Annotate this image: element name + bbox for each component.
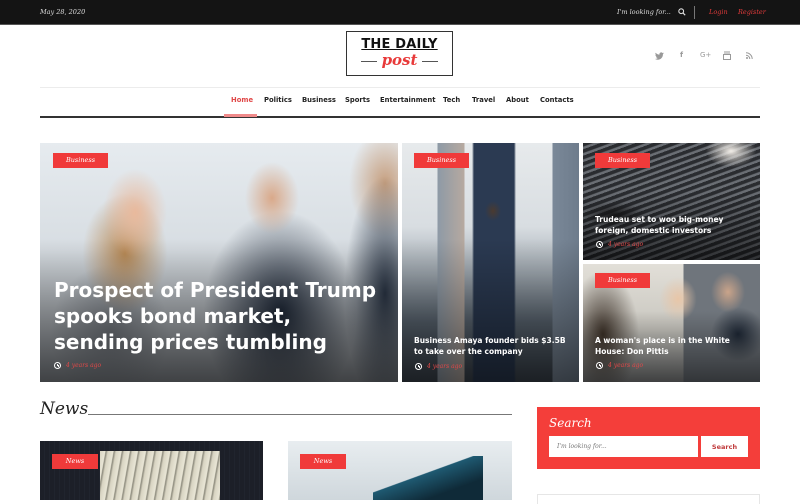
google-plus-icon[interactable]: G+ bbox=[700, 51, 711, 59]
article-title[interactable]: Prospect of President Trump spooks bond … bbox=[54, 277, 384, 355]
current-date: May 28, 2020 bbox=[40, 8, 86, 16]
clock-icon bbox=[596, 362, 603, 369]
article-title[interactable]: Business Amaya founder bids $3.5B to tak… bbox=[414, 335, 574, 357]
twitter-icon[interactable] bbox=[655, 52, 664, 60]
logo-line-2: post bbox=[347, 52, 452, 69]
section-title-underline bbox=[88, 414, 512, 415]
category-badge[interactable]: News bbox=[300, 454, 346, 469]
nav-item-tech[interactable]: Tech bbox=[443, 96, 460, 104]
clock-icon bbox=[415, 363, 422, 370]
article-image bbox=[40, 441, 263, 500]
topbar-divider bbox=[694, 6, 695, 19]
clock-icon bbox=[596, 241, 603, 248]
article-meta: 4 years ago bbox=[596, 362, 643, 369]
login-link[interactable]: Login bbox=[709, 8, 728, 16]
article-meta: 4 years ago bbox=[54, 362, 101, 369]
register-link[interactable]: Register bbox=[738, 8, 766, 16]
search-button[interactable]: Search bbox=[701, 436, 748, 457]
top-search-input[interactable]: I'm looking for... bbox=[617, 8, 671, 16]
facebook-icon[interactable]: f bbox=[680, 51, 683, 59]
article-time: 4 years ago bbox=[608, 241, 644, 248]
featured-article-card[interactable]: Business Business Amaya founder bids $3.… bbox=[402, 143, 579, 382]
article-time: 4 years ago bbox=[427, 363, 463, 370]
top-bar: May 28, 2020 I'm looking for... Login Re… bbox=[0, 0, 800, 25]
category-badge[interactable]: Business bbox=[595, 273, 650, 288]
nav-bottom-divider bbox=[40, 116, 760, 118]
article-title[interactable]: Trudeau set to woo big-money foreign, do… bbox=[595, 214, 755, 236]
featured-article-card[interactable]: Business Prospect of President Trump spo… bbox=[40, 143, 398, 382]
nav-active-indicator bbox=[224, 114, 257, 117]
nav-item-about[interactable]: About bbox=[506, 96, 529, 104]
nav-item-contacts[interactable]: Contacts bbox=[540, 96, 574, 104]
article-image bbox=[288, 441, 512, 500]
nav-top-divider bbox=[40, 87, 760, 88]
section-title: News bbox=[40, 399, 89, 419]
search-icon[interactable] bbox=[678, 8, 686, 16]
rss-icon[interactable] bbox=[746, 52, 753, 59]
search-widget-title: Search bbox=[549, 416, 592, 430]
category-badge[interactable]: Business bbox=[53, 153, 108, 168]
nav-item-politics[interactable]: Politics bbox=[264, 96, 292, 104]
featured-article-card[interactable]: Business Trudeau set to woo big-money fo… bbox=[583, 143, 760, 260]
main-nav: Home Politics Business Sports Entertainm… bbox=[0, 96, 800, 108]
clock-icon bbox=[54, 362, 61, 369]
logo-line-1: THE DAILY bbox=[361, 37, 438, 52]
site-logo[interactable]: THE DAILY post bbox=[346, 31, 453, 76]
news-card[interactable]: News bbox=[288, 441, 512, 500]
article-meta: 4 years ago bbox=[596, 241, 643, 248]
nav-item-business[interactable]: Business bbox=[302, 96, 336, 104]
article-time: 4 years ago bbox=[66, 362, 102, 369]
article-title[interactable]: A woman's place is in the White House: D… bbox=[595, 335, 755, 357]
nav-item-home[interactable]: Home bbox=[231, 96, 253, 104]
news-card[interactable]: News bbox=[40, 441, 263, 500]
nav-item-entertainment[interactable]: Entertainment bbox=[380, 96, 435, 104]
article-time: 4 years ago bbox=[608, 362, 644, 369]
category-badge[interactable]: News bbox=[52, 454, 98, 469]
featured-article-card[interactable]: Business A woman's place is in the White… bbox=[583, 264, 760, 382]
search-widget: Search Search bbox=[537, 407, 760, 469]
search-input[interactable] bbox=[549, 436, 698, 457]
category-badge[interactable]: Business bbox=[414, 153, 469, 168]
nav-item-sports[interactable]: Sports bbox=[345, 96, 370, 104]
nav-item-travel[interactable]: Travel bbox=[472, 96, 495, 104]
image-overlay bbox=[402, 238, 579, 382]
sidebar-widget bbox=[537, 494, 760, 504]
article-meta: 4 years ago bbox=[415, 363, 462, 370]
youtube-icon[interactable] bbox=[723, 51, 731, 60]
category-badge[interactable]: Business bbox=[595, 153, 650, 168]
